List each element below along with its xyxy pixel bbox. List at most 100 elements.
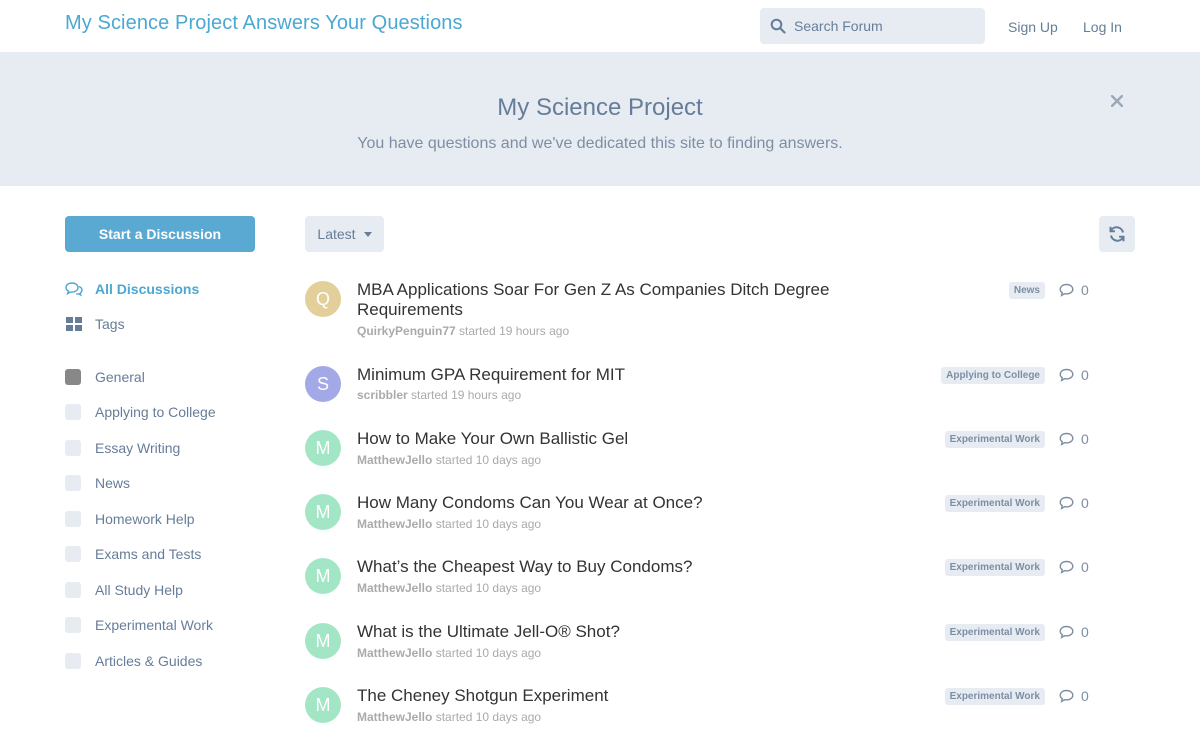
sidebar-tag-exams-and-tests[interactable]: Exams and Tests (65, 543, 201, 565)
avatar[interactable]: S (305, 366, 341, 402)
reply-count: 0 (1059, 687, 1089, 705)
avatar[interactable]: M (305, 558, 341, 594)
discussion-title[interactable]: How to Make Your Own Ballistic Gel (357, 429, 877, 449)
tag-color-swatch (65, 440, 81, 456)
sidebar-tag-homework-help[interactable]: Homework Help (65, 508, 195, 530)
discussion-title[interactable]: How Many Condoms Can You Wear at Once? (357, 493, 877, 513)
discussion-author[interactable]: QuirkyPenguin77 (357, 324, 456, 338)
discussion-meta: MatthewJello started 10 days ago (357, 453, 541, 467)
tag-color-swatch (65, 369, 81, 385)
reply-count-value: 0 (1081, 431, 1089, 447)
avatar[interactable]: Q (305, 281, 341, 317)
discussion-title[interactable]: MBA Applications Soar For Gen Z As Compa… (357, 280, 877, 320)
reply-count-value: 0 (1081, 367, 1089, 383)
discussion-tag-badge[interactable]: Experimental Work (944, 624, 1045, 641)
discussion-item[interactable]: M What is the Ultimate Jell-O® Shot? Mat… (305, 622, 1135, 683)
avatar[interactable]: M (305, 623, 341, 659)
sidebar-item-label: All Discussions (95, 281, 200, 297)
refresh-icon (1109, 226, 1125, 242)
discussion-item[interactable]: M How Many Condoms Can You Wear at Once?… (305, 493, 1135, 554)
sidebar-tag-label: General (95, 369, 145, 385)
discussion-meta: MatthewJello started 10 days ago (357, 646, 541, 660)
reply-count-value: 0 (1081, 495, 1089, 511)
discussion-item[interactable]: S Minimum GPA Requirement for MIT scribb… (305, 365, 1135, 426)
sidebar-tag-essay-writing[interactable]: Essay Writing (65, 437, 180, 459)
discussion-tag-badge[interactable]: Experimental Work (944, 431, 1045, 448)
tag-color-swatch (65, 475, 81, 491)
discussion-item[interactable]: Q MBA Applications Soar For Gen Z As Com… (305, 280, 1135, 341)
sidebar-tag-label: Exams and Tests (95, 546, 202, 562)
sidebar-item-label: Tags (95, 316, 125, 332)
discussion-meta: MatthewJello started 10 days ago (357, 581, 541, 595)
discussion-title[interactable]: Minimum GPA Requirement for MIT (357, 365, 877, 385)
reply-count: 0 (1059, 623, 1089, 641)
sign-up-link[interactable]: Sign Up (1008, 19, 1058, 35)
sidebar-tag-label: Homework Help (95, 511, 195, 527)
sidebar-tag-all-study-help[interactable]: All Study Help (65, 579, 183, 601)
discussion-item[interactable]: M What’s the Cheapest Way to Buy Condoms… (305, 557, 1135, 618)
discussion-tag-badge[interactable]: Experimental Work (944, 688, 1045, 705)
discussion-author[interactable]: MatthewJello (357, 453, 432, 467)
comment-icon (1059, 560, 1074, 574)
top-header: My Science Project Answers Your Question… (0, 0, 1200, 52)
search-icon (770, 18, 786, 34)
site-title-link[interactable]: My Science Project Answers Your Question… (65, 12, 463, 35)
avatar[interactable]: M (305, 494, 341, 530)
search-input[interactable] (794, 8, 979, 44)
reply-count-value: 0 (1081, 624, 1089, 640)
sidebar-tag-news[interactable]: News (65, 472, 130, 494)
sidebar-tag-label: Applying to College (95, 404, 216, 420)
discussion-time: started 10 days ago (435, 710, 542, 724)
discussion-meta: scribbler started 19 hours ago (357, 388, 521, 402)
discussion-title[interactable]: What is the Ultimate Jell-O® Shot? (357, 622, 877, 642)
sidebar-tag-articles-guides[interactable]: Articles & Guides (65, 650, 202, 672)
discussion-tag-badge[interactable]: News (1008, 282, 1045, 299)
discussion-author[interactable]: MatthewJello (357, 581, 432, 595)
discussion-time: started 10 days ago (435, 646, 542, 660)
refresh-button[interactable] (1099, 216, 1135, 252)
sidebar-tag-label: Essay Writing (95, 440, 181, 456)
discussion-time: started 10 days ago (435, 453, 542, 467)
avatar[interactable]: M (305, 430, 341, 466)
sort-label: Latest (317, 226, 356, 242)
discussion-tag-badge[interactable]: Experimental Work (944, 495, 1045, 512)
discussion-meta: MatthewJello started 10 days ago (357, 710, 541, 724)
discussion-item[interactable]: M The Cheney Shotgun Experiment MatthewJ… (305, 686, 1135, 737)
discussion-time: started 10 days ago (435, 517, 542, 531)
discussion-item[interactable]: M How to Make Your Own Ballistic Gel Mat… (305, 429, 1135, 490)
discussion-tag-badge[interactable]: Applying to College (941, 367, 1045, 384)
sidebar-tag-general[interactable]: General (65, 366, 145, 388)
discussion-title[interactable]: The Cheney Shotgun Experiment (357, 686, 877, 706)
discussion-author[interactable]: scribbler (357, 388, 408, 402)
tag-color-swatch (65, 617, 81, 633)
tags-grid-icon (65, 315, 83, 333)
reply-count-value: 0 (1081, 559, 1089, 575)
sidebar-item-all-discussions[interactable]: All Discussions (65, 278, 199, 300)
discussion-author[interactable]: MatthewJello (357, 517, 432, 531)
discussion-author[interactable]: MatthewJello (357, 710, 432, 724)
discussion-meta: QuirkyPenguin77 started 19 hours ago (357, 324, 569, 338)
log-in-link[interactable]: Log In (1083, 19, 1122, 35)
sidebar-tag-experimental-work[interactable]: Experimental Work (65, 614, 213, 636)
comment-icon (1059, 625, 1074, 639)
tag-color-swatch (65, 511, 81, 527)
discussion-author[interactable]: MatthewJello (357, 646, 432, 660)
discussion-title[interactable]: What’s the Cheapest Way to Buy Condoms? (357, 557, 877, 577)
tag-color-swatch (65, 653, 81, 669)
comment-icon (1059, 496, 1074, 510)
reply-count: 0 (1059, 558, 1089, 576)
tag-color-swatch (65, 404, 81, 420)
comment-icon (1059, 432, 1074, 446)
sort-dropdown-button[interactable]: Latest (305, 216, 384, 252)
reply-count-value: 0 (1081, 688, 1089, 704)
avatar[interactable]: M (305, 687, 341, 723)
sidebar-item-tags[interactable]: Tags (65, 313, 125, 335)
start-discussion-button[interactable]: Start a Discussion (65, 216, 255, 252)
discussion-tag-badge[interactable]: Experimental Work (944, 559, 1045, 576)
close-icon[interactable] (1106, 90, 1128, 112)
comment-icon (1059, 689, 1074, 703)
comment-icon (1059, 283, 1074, 297)
search-box[interactable] (760, 8, 985, 44)
sidebar-tag-applying-to-college[interactable]: Applying to College (65, 401, 216, 423)
welcome-hero: My Science Project You have questions an… (0, 52, 1200, 186)
